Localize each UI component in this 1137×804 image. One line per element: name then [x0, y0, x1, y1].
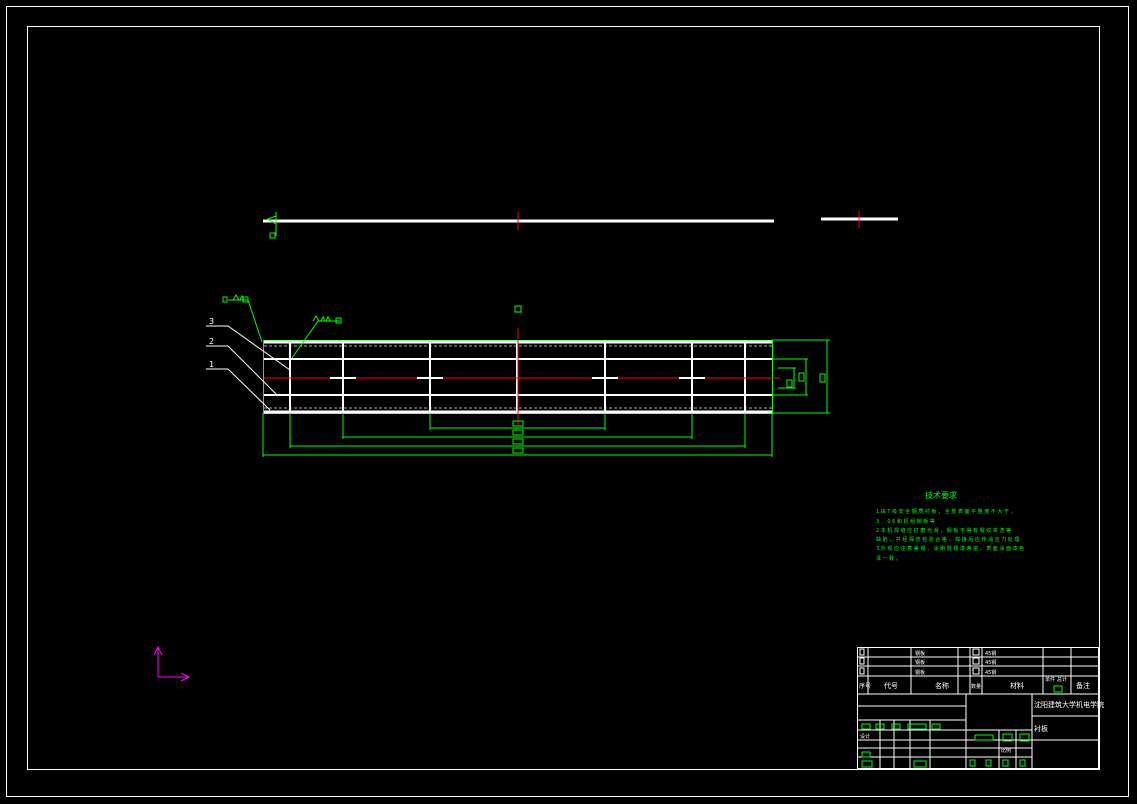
- notes-line-3: 2.本 机 焊 缝 应 打 磨 光 滑 ， 钢 板 不 得 有 裂 纹 夹 渣 …: [876, 527, 1011, 534]
- notes-line-4: 缺 陷 ， 并 经 探 伤 检 验 合 格 ， 焊 接 后 应 作 消 应 力 …: [876, 536, 1019, 543]
- notes-line-2: 3 ． 0 6 和 机 组 钢 板 等: [876, 518, 935, 525]
- tb-row2-material: 45钢: [985, 659, 996, 666]
- tb-header-seq: 序号: [859, 682, 871, 690]
- tb-school: 沈阳建筑大学机电学院: [1034, 700, 1104, 709]
- notes-line-1: 1.由 T 级 安 全 钢 质 衬 板 ， 全 部 表 面 平 整 度 不 大 …: [876, 508, 1016, 515]
- tb-row1-material: 45钢: [985, 669, 996, 676]
- tb-scale: 比例: [1001, 747, 1011, 754]
- tb-header-remark: 备注: [1076, 681, 1090, 690]
- tb-row2-name: 钢板: [915, 659, 925, 666]
- leader-label-3: 3: [209, 317, 214, 326]
- leader-label-1: 1: [209, 360, 214, 369]
- text-layer: 3 2 1 技术要求 1.由 T 级 安 全 钢 质 衬 板 ， 全 部 表 面…: [209, 317, 1104, 754]
- tb-header-single: 单件: [1045, 676, 1055, 683]
- tb-drawing-name: 衬板: [1034, 724, 1048, 733]
- tb-row1-name: 钢板: [915, 669, 925, 676]
- tb-header-material: 材料: [1010, 681, 1024, 690]
- tb-header-total: 总计: [1057, 676, 1067, 683]
- tb-header-code: 代号: [884, 681, 898, 690]
- tb-row3-material: 45钢: [985, 650, 996, 657]
- notes-line-5: 3.外 观 应 注 意 美 观 ， 涂 刷 防 锈 漆 两 遍 ， 表 面 涂 …: [876, 545, 1024, 552]
- notes-title: 技术要求: [925, 490, 957, 500]
- notes-line-6: 泽 一 致 。: [876, 555, 901, 562]
- tb-row3-name: 钢板: [915, 650, 925, 657]
- tb-header-name: 名称: [935, 681, 949, 690]
- leader-label-2: 2: [209, 337, 214, 346]
- tb-designer: 设计: [860, 733, 870, 740]
- tb-header-qty: 数量: [971, 683, 981, 690]
